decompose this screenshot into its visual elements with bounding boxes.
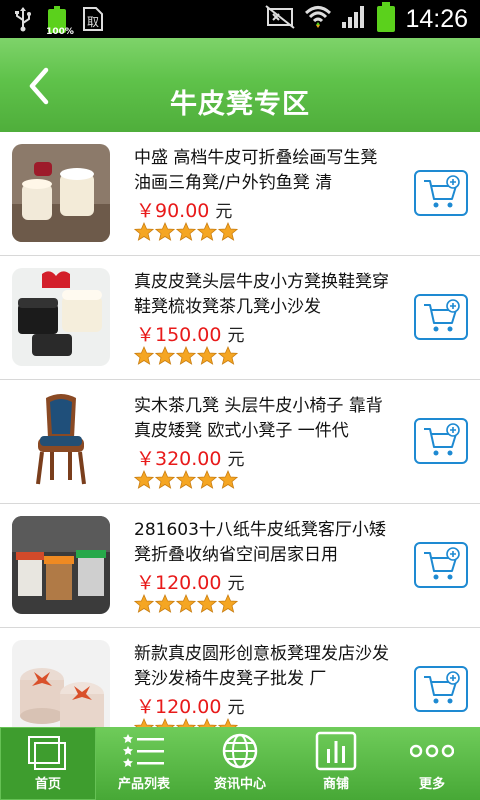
product-list: 中盛 高档牛皮可折叠绘画写生凳 油画三角凳/户外钓鱼凳 清 ￥90.00 元 真… — [0, 132, 480, 728]
nav-label: 首页 — [34, 777, 61, 792]
star-icon — [155, 222, 175, 241]
star-icon — [134, 346, 154, 365]
star-icon — [218, 594, 238, 613]
globe-icon — [222, 733, 258, 769]
product-image — [12, 516, 110, 614]
cart-add-icon — [424, 299, 460, 332]
nav-label: 更多 — [418, 777, 445, 792]
status-bar: 100% 取 14:26 — [0, 0, 480, 38]
product-item[interactable]: 实木茶几凳 头层牛皮小椅子 靠背真皮矮凳 欧式小凳子 一件代 ￥320.00 元 — [0, 380, 480, 504]
product-price-line: ￥150.00 元 — [136, 320, 244, 347]
add-to-cart-button[interactable] — [414, 170, 468, 216]
add-to-cart-button[interactable] — [414, 418, 468, 464]
rating-stars — [134, 594, 238, 614]
star-icon — [176, 346, 196, 365]
price-unit: 元 — [215, 202, 233, 222]
nav-home[interactable]: 首页 — [0, 727, 96, 800]
star-icon — [197, 594, 217, 613]
battery-icon — [377, 2, 396, 32]
app-header: 牛皮凳专区 — [0, 38, 480, 132]
product-title: 281603十八纸牛皮纸凳客厅小矮凳折叠收纳省空间居家日用 — [134, 520, 386, 565]
sim-icon: 取 — [82, 6, 104, 36]
price-unit: 元 — [227, 698, 245, 718]
price-unit: 元 — [227, 450, 245, 470]
product-price-line: ￥90.00 元 — [136, 196, 232, 223]
product-image — [12, 640, 110, 728]
product-title: 实木茶几凳 头层牛皮小椅子 靠背真皮矮凳 欧式小凳子 一件代 — [134, 396, 383, 441]
star-icon — [218, 470, 238, 489]
clock: 14:26 — [405, 5, 468, 33]
product-item[interactable]: 中盛 高档牛皮可折叠绘画写生凳 油画三角凳/户外钓鱼凳 清 ￥90.00 元 — [0, 132, 480, 256]
nav-news-center[interactable]: 资讯中心 — [192, 727, 288, 800]
page-title: 牛皮凳专区 — [170, 89, 310, 120]
price-unit: 元 — [227, 574, 245, 594]
star-icon — [176, 470, 196, 489]
usb-icon — [14, 6, 32, 36]
star-icon — [197, 470, 217, 489]
nav-label: 产品列表 — [117, 777, 170, 792]
cart-add-icon — [424, 423, 460, 456]
star-icon — [218, 222, 238, 241]
star-icon — [155, 594, 175, 613]
star-icon — [134, 222, 154, 241]
cart-add-icon — [424, 547, 460, 580]
home-icon — [28, 736, 66, 770]
product-item[interactable]: 新款真皮圆形创意板凳理发店沙发凳沙发椅牛皮凳子批发 厂 ￥120.00 元 — [0, 628, 480, 728]
bottom-nav: 首页 产品列表 资讯中心 商铺 更多 — [0, 727, 480, 800]
shop-icon — [315, 731, 357, 771]
signal-icon — [341, 5, 367, 33]
price-unit: 元 — [227, 326, 245, 346]
nav-more[interactable]: 更多 — [384, 727, 480, 800]
product-price: ￥150.00 — [136, 324, 222, 346]
star-icon — [134, 594, 154, 613]
product-title: 新款真皮圆形创意板凳理发店沙发凳沙发椅牛皮凳子批发 厂 — [134, 644, 389, 689]
add-to-cart-button[interactable] — [414, 294, 468, 340]
star-icon — [197, 346, 217, 365]
product-image — [12, 268, 110, 366]
product-price: ￥90.00 — [136, 200, 210, 222]
product-image — [12, 392, 110, 490]
star-icon — [176, 222, 196, 241]
cart-add-icon — [424, 671, 460, 704]
product-title: 真皮皮凳头层牛皮小方凳换鞋凳穿鞋凳梳妆凳茶几凳小沙发 — [134, 272, 389, 317]
product-price: ￥120.00 — [136, 572, 222, 594]
product-title: 中盛 高档牛皮可折叠绘画写生凳 油画三角凳/户外钓鱼凳 清 — [134, 148, 378, 193]
star-icon — [155, 346, 175, 365]
star-icon — [134, 470, 154, 489]
add-to-cart-button[interactable] — [414, 542, 468, 588]
product-price-line: ￥120.00 元 — [136, 692, 244, 719]
battery-percent: 100% — [46, 27, 74, 37]
product-item[interactable]: 真皮皮凳头层牛皮小方凳换鞋凳穿鞋凳梳妆凳茶几凳小沙发 ￥150.00 元 — [0, 256, 480, 380]
mute-icon — [265, 5, 296, 33]
product-price: ￥320.00 — [136, 448, 222, 470]
wifi-icon — [305, 5, 332, 33]
rating-stars — [134, 346, 238, 366]
cart-add-icon — [424, 175, 460, 208]
battery-icon: 100% — [46, 6, 74, 37]
product-price: ￥120.00 — [136, 696, 222, 718]
nav-shop[interactable]: 商铺 — [288, 727, 384, 800]
product-price-line: ￥320.00 元 — [136, 444, 244, 471]
star-icon — [155, 470, 175, 489]
nav-product-list[interactable]: 产品列表 — [96, 727, 192, 800]
product-price-line: ￥120.00 元 — [136, 568, 244, 595]
nav-label: 商铺 — [322, 777, 349, 792]
list-icon — [123, 734, 164, 767]
add-to-cart-button[interactable] — [414, 666, 468, 712]
product-item[interactable]: 281603十八纸牛皮纸凳客厅小矮凳折叠收纳省空间居家日用 ￥120.00 元 — [0, 504, 480, 628]
svg-text:取: 取 — [87, 15, 99, 29]
star-icon — [197, 222, 217, 241]
nav-label: 资讯中心 — [213, 777, 266, 792]
star-icon — [176, 594, 196, 613]
product-image — [12, 144, 110, 242]
more-icon — [410, 744, 454, 758]
rating-stars — [134, 222, 238, 242]
star-icon — [218, 346, 238, 365]
rating-stars — [134, 470, 238, 490]
